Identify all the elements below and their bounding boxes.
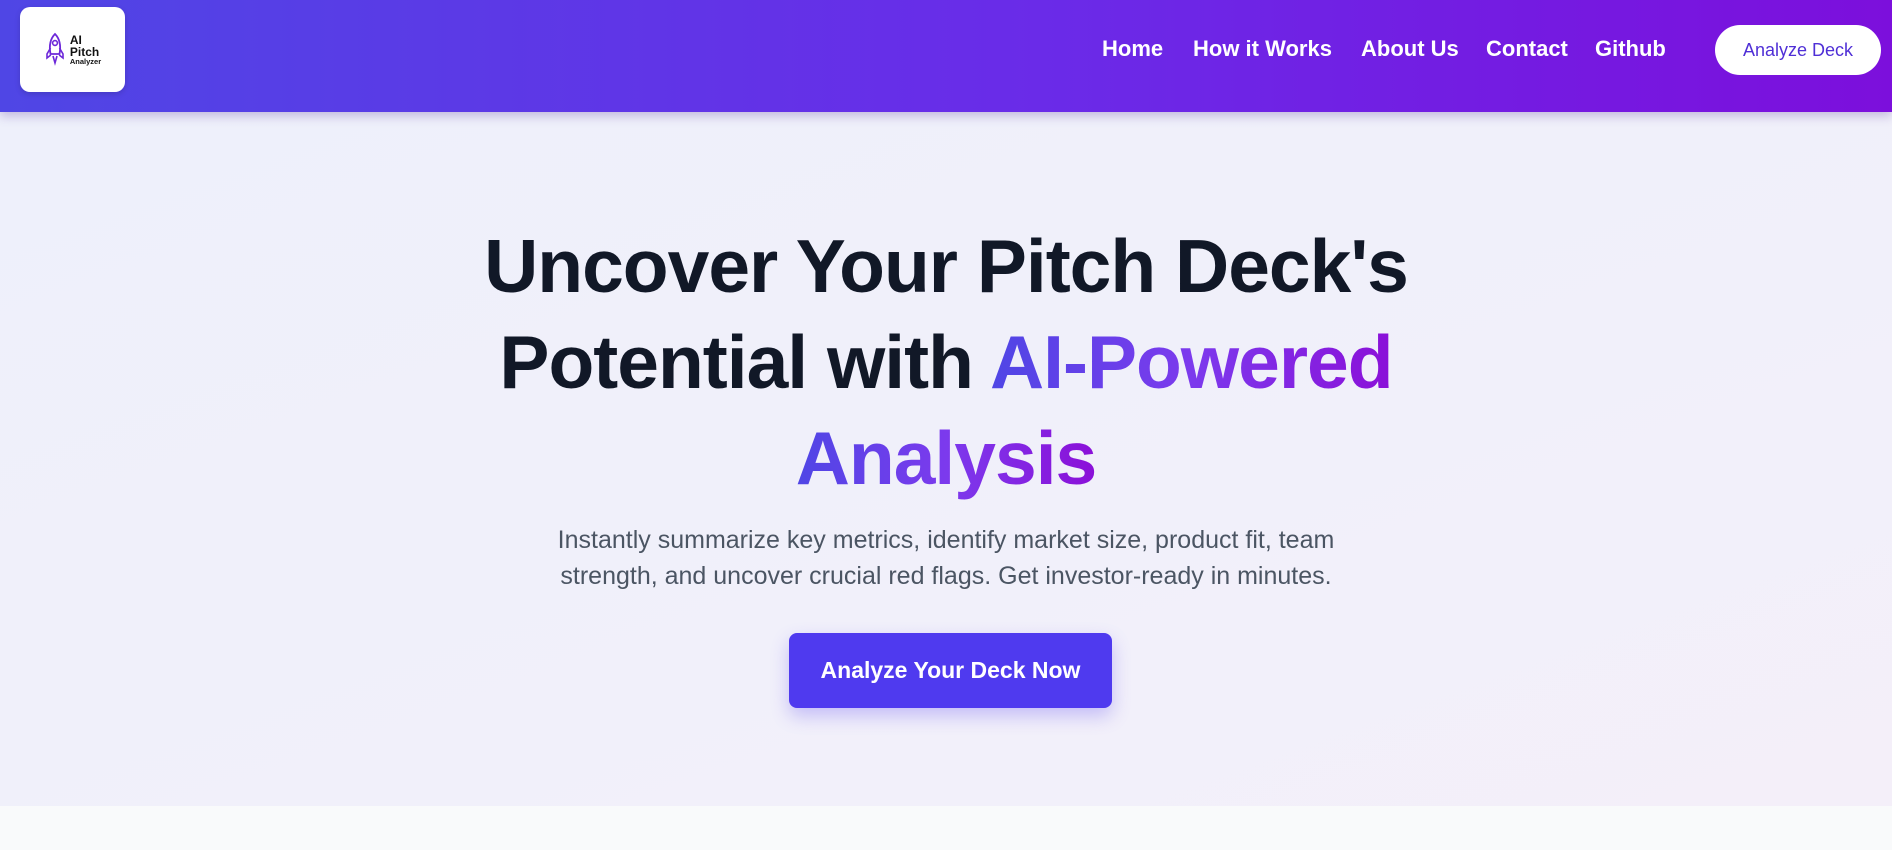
hero-title-line2: Potential with bbox=[499, 320, 990, 404]
nav-link-contact[interactable]: Contact bbox=[1486, 36, 1568, 62]
next-section bbox=[0, 806, 1892, 850]
logo-text: AI Pitch Analyzer bbox=[70, 34, 101, 66]
hero-subtitle: Instantly summarize key metrics, identif… bbox=[546, 522, 1346, 594]
top-navbar: AI Pitch Analyzer Home How it Works Abou… bbox=[0, 0, 1892, 112]
analyze-deck-button[interactable]: Analyze Deck bbox=[1715, 25, 1881, 75]
logo-text-line3: Analyzer bbox=[69, 56, 102, 66]
hero-subtitle-line2: strength, and uncover crucial red flags.… bbox=[560, 562, 1332, 590]
nav-link-how-it-works[interactable]: How it Works bbox=[1193, 36, 1332, 62]
logo-text-line2: Pitch bbox=[69, 44, 100, 59]
hero-section: Uncover Your Pitch Deck's Potential with… bbox=[0, 112, 1892, 806]
nav-link-github[interactable]: Github bbox=[1595, 36, 1666, 62]
hero-title-line1: Uncover Your Pitch Deck's bbox=[484, 224, 1409, 308]
hero-subtitle-line1: Instantly summarize key metrics, identif… bbox=[557, 526, 1335, 554]
hero-title-highlight-analysis: Analysis bbox=[795, 416, 1097, 500]
logo[interactable]: AI Pitch Analyzer bbox=[20, 7, 125, 92]
hero-title: Uncover Your Pitch Deck's Potential with… bbox=[446, 218, 1446, 506]
hero-title-highlight-ai-powered: AI-Powered bbox=[989, 320, 1394, 404]
rocket-icon bbox=[46, 32, 64, 66]
nav-link-home[interactable]: Home bbox=[1102, 36, 1163, 62]
analyze-your-deck-now-button[interactable]: Analyze Your Deck Now bbox=[789, 633, 1112, 708]
logo-inner: AI Pitch Analyzer bbox=[44, 32, 101, 68]
nav-link-about-us[interactable]: About Us bbox=[1361, 36, 1459, 62]
logo-text-line1: AI bbox=[69, 32, 82, 47]
